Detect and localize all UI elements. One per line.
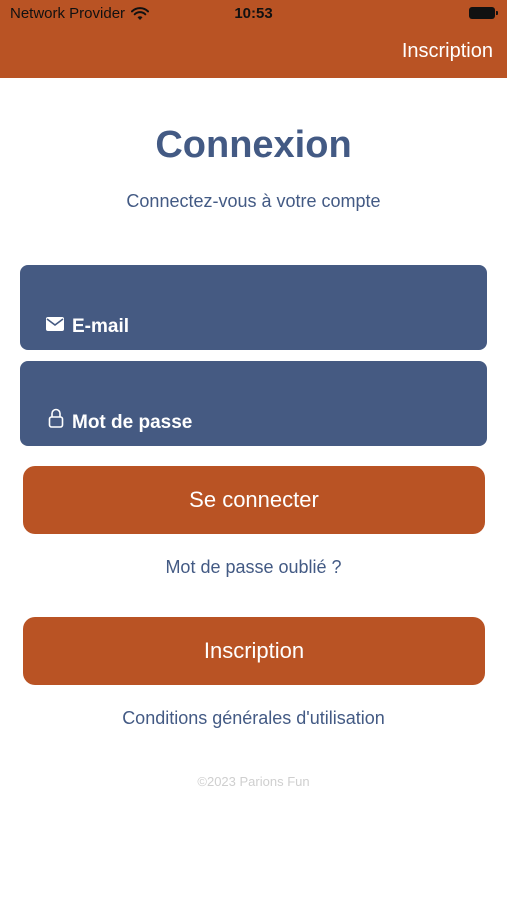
- battery-icon: [469, 7, 498, 19]
- password-field[interactable]: [20, 361, 487, 446]
- envelope-icon: [46, 316, 64, 334]
- nav-signup-link[interactable]: Inscription: [402, 40, 493, 63]
- terms-link[interactable]: Conditions générales d'utilisation: [0, 708, 507, 729]
- lock-icon: [48, 408, 66, 428]
- forgot-password-link[interactable]: Mot de passe oublié ?: [0, 557, 507, 578]
- status-time: 10:53: [234, 5, 273, 22]
- copyright-text: ©2023 Parions Fun: [197, 774, 310, 789]
- email-field[interactable]: [20, 265, 487, 350]
- login-button[interactable]: Se connecter: [23, 466, 485, 534]
- top-bar: Network Provider 10:53 Inscription: [0, 0, 507, 78]
- status-bar: Network Provider 10:53: [0, 0, 507, 30]
- page-subtitle: Connectez-vous à votre compte: [126, 191, 381, 211]
- password-input[interactable]: [70, 408, 477, 438]
- signup-button[interactable]: Inscription: [23, 617, 485, 685]
- email-input[interactable]: [70, 312, 477, 342]
- page-title: Connexion: [155, 124, 352, 166]
